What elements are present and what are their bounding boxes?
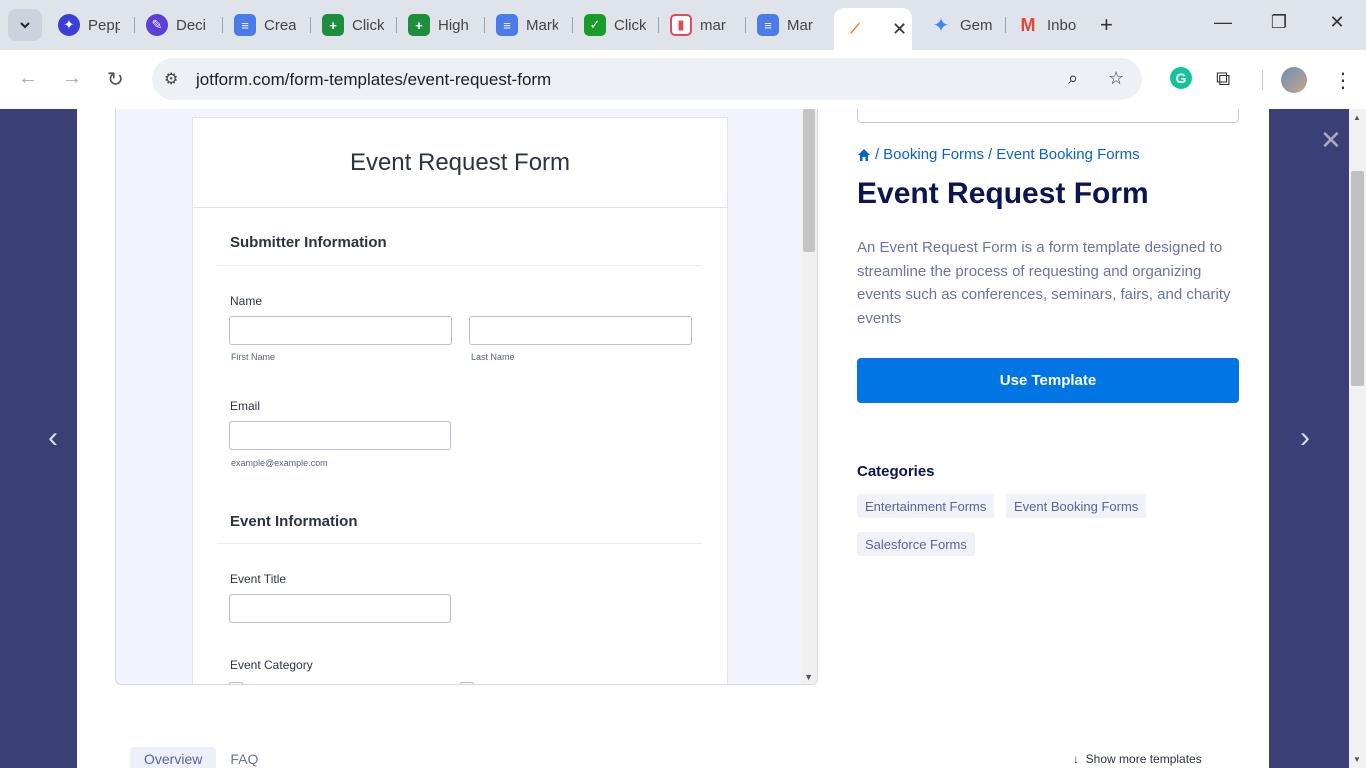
check-icon: ✓ [584, 14, 606, 36]
preview-scroll-thumb[interactable] [803, 109, 815, 252]
template-title: Event Request Form [857, 177, 1149, 210]
browser-tab[interactable]: ≡ Mark [486, 8, 568, 42]
scroll-down-arrow-icon[interactable]: ▼ [804, 672, 813, 682]
grammarly-icon[interactable]: G [1170, 67, 1192, 89]
close-modal-icon[interactable]: ✕ [1320, 125, 1342, 156]
extensions-icon[interactable]: ⧉ [1216, 68, 1230, 91]
browser-tab[interactable]: M Inbo [1007, 8, 1089, 42]
first-name-input[interactable] [229, 316, 452, 345]
category-checkbox[interactable] [460, 682, 474, 684]
breadcrumb-link[interactable]: Booking Forms [883, 146, 984, 163]
pen-icon: ✎ [146, 14, 168, 36]
previous-arrow-icon[interactable]: ‹ [48, 421, 58, 455]
sheets-plus-icon: + [408, 14, 430, 36]
browser-tab-active[interactable]: ⟋ ✕ [834, 8, 912, 50]
site-settings-icon[interactable]: ⚙ [164, 69, 178, 89]
docs-icon: ≡ [757, 14, 779, 36]
chart-icon: ▮ [670, 14, 692, 36]
arrow-down-icon: ↓ [1073, 752, 1079, 766]
email-input[interactable] [229, 421, 451, 450]
modal-tabs: Overview FAQ [130, 747, 272, 768]
breadcrumb-link[interactable]: Event Booking Forms [996, 146, 1139, 163]
event-category-label: Event Category [230, 658, 313, 672]
category-checkbox[interactable] [229, 682, 243, 684]
use-template-button[interactable]: Use Template [857, 358, 1239, 403]
forward-button[interactable]: → [62, 67, 82, 90]
form-title: Event Request Form [349, 148, 571, 176]
bookmark-star-icon[interactable]: ☆ [1108, 68, 1124, 89]
email-sublabel: example@example.com [231, 458, 328, 468]
close-window-button[interactable]: ✕ [1322, 12, 1352, 33]
event-title-label: Event Title [230, 572, 287, 586]
section-title: Event Information [230, 513, 358, 530]
template-search-input[interactable] [857, 109, 1239, 123]
compass-icon: ✦ [58, 14, 80, 36]
template-description: An Event Request Form is a form template… [857, 239, 1231, 327]
browser-tab[interactable]: ≡ Crea [224, 8, 306, 42]
browser-toolbar: ← → ↻ ⚙ jotform.com/form-templates/event… [0, 50, 1366, 109]
preview-scrollbar[interactable]: ▼ [801, 109, 817, 684]
tab-overview[interactable]: Overview [130, 747, 217, 768]
show-more-templates-link[interactable]: ↓ Show more templates [1073, 752, 1202, 766]
sparkle-icon: ✦ [932, 14, 950, 37]
template-modal: Event Request Form Submitter Information… [77, 109, 1269, 768]
back-button[interactable]: ← [18, 67, 38, 90]
section-title: Submitter Information [230, 234, 387, 251]
template-details: / Booking Forms / Event Booking Forms Ev… [857, 109, 1239, 768]
close-tab-icon[interactable]: ✕ [892, 19, 907, 40]
page-scrollbar[interactable]: ▲ ▼ [1349, 109, 1366, 768]
address-bar[interactable]: ⚙ jotform.com/form-templates/event-reque… [152, 58, 1142, 100]
form-card: Event Request Form Submitter Information… [192, 117, 728, 684]
home-icon[interactable] [857, 148, 871, 162]
tab-faq[interactable]: FAQ [216, 747, 272, 768]
docs-icon: ≡ [496, 14, 518, 36]
new-tab-button[interactable]: + [1100, 12, 1113, 38]
browser-tab[interactable]: ✓ Click [574, 8, 656, 42]
categories-heading: Categories [857, 463, 935, 480]
menu-icon[interactable]: ⋮ [1333, 68, 1353, 93]
browser-tab[interactable]: ✎ Deci [136, 8, 218, 42]
next-arrow-icon[interactable]: › [1300, 421, 1310, 455]
browser-tab[interactable]: ▮ mar [660, 8, 742, 42]
last-name-sublabel: Last Name [471, 352, 515, 362]
name-label: Name [230, 294, 263, 308]
gmail-icon: M [1020, 14, 1036, 35]
last-name-input[interactable] [469, 316, 692, 345]
category-chip[interactable]: Entertainment Forms [857, 494, 995, 518]
maximize-button[interactable]: ❐ [1264, 12, 1294, 33]
browser-tab[interactable]: + High [398, 8, 480, 42]
scroll-up-arrow-icon[interactable]: ▲ [1353, 113, 1361, 122]
tab-strip: ✦ Pepp ✎ Deci ≡ Crea + Click + High ≡ Mark ✓ Cl… [0, 0, 1366, 50]
scroll-down-arrow-icon[interactable]: ▼ [1353, 755, 1361, 764]
browser-tab[interactable]: ≡ Mar [747, 8, 829, 42]
browser-tab[interactable]: ✦ Gem [920, 8, 1002, 42]
browser-tab[interactable]: ✦ Pepp [48, 8, 130, 42]
event-title-input[interactable] [229, 594, 451, 623]
tab-search-button[interactable] [8, 9, 42, 41]
url-text[interactable]: jotform.com/form-templates/event-request… [196, 70, 551, 90]
page-scroll-thumb[interactable] [1351, 171, 1364, 386]
form-preview: Event Request Form Submitter Information… [115, 109, 818, 685]
first-name-sublabel: First Name [231, 352, 276, 362]
minimize-button[interactable]: — [1208, 12, 1238, 33]
sheets-plus-icon: + [322, 14, 344, 36]
category-chip[interactable]: Event Booking Forms [1006, 494, 1147, 518]
category-chip[interactable]: Salesforce Forms [857, 532, 975, 556]
docs-icon: ≡ [234, 14, 256, 36]
zoom-icon[interactable]: ⌕ [1068, 68, 1078, 89]
breadcrumb: / Booking Forms / Event Booking Forms [857, 146, 1140, 163]
chevron-down-icon [20, 22, 30, 29]
browser-tab[interactable]: + Click [312, 8, 394, 42]
reload-button[interactable]: ↻ [107, 67, 124, 92]
page-backdrop: ‹ › Event Request Form Submitter Informa… [0, 109, 1366, 768]
profile-avatar[interactable] [1281, 67, 1307, 93]
jotform-icon: ⟋ [844, 18, 866, 40]
email-label: Email [230, 399, 261, 413]
